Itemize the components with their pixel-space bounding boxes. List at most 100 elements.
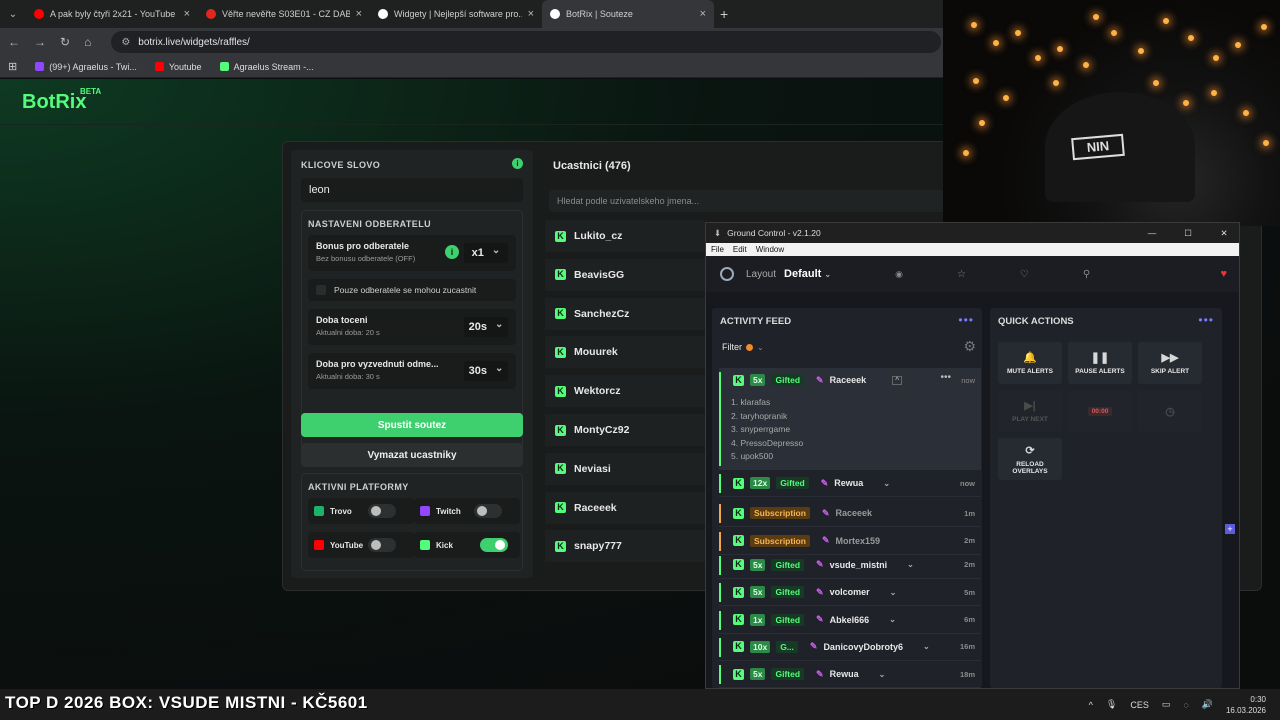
activity-event[interactable]: K 5x Gifted ✎ Rewua ⌄ 18m xyxy=(719,661,981,689)
site-info-icon[interactable]: ⚙ xyxy=(121,37,130,48)
event-user[interactable]: Mortex159 xyxy=(836,536,881,546)
tab-list-icon[interactable]: ⌄ xyxy=(0,9,26,20)
quick-action-button[interactable]: ▶▶ SKIP ALERT xyxy=(1138,342,1202,384)
bookmark[interactable]: Youtube xyxy=(154,62,202,72)
filter-button[interactable]: Filter ⌄ xyxy=(722,342,764,352)
platform-toggle[interactable] xyxy=(368,538,396,552)
tray-chevron-icon[interactable]: ^ xyxy=(1089,700,1093,710)
close-icon[interactable]: ✕ xyxy=(1209,228,1239,239)
quick-action-button[interactable]: ▶| PLAY NEXT xyxy=(998,390,1062,432)
expand-chevron-icon[interactable]: ⌄ xyxy=(923,642,930,651)
keyword-input[interactable]: leon xyxy=(301,178,523,202)
tab-close-icon[interactable]: × xyxy=(700,8,706,20)
expand-chevron-icon[interactable]: ⌄ xyxy=(907,560,914,569)
participant-search-input[interactable]: Hledat podle uzivatelskeho jmena... xyxy=(549,190,949,212)
event-user[interactable]: Rewua xyxy=(830,669,859,679)
pickup-time-select[interactable]: 30s xyxy=(464,361,508,381)
event-user[interactable]: Rewua xyxy=(834,478,863,488)
mic-icon[interactable]: 🎙 xyxy=(1106,699,1117,710)
gc-menu-item[interactable]: Edit xyxy=(733,245,747,254)
browser-tab[interactable]: BotRix | Souteze × xyxy=(542,0,714,28)
browser-tab[interactable]: Věřte nevěřte S03E01 - CZ DABING × xyxy=(198,0,370,28)
new-tab-icon[interactable]: + xyxy=(720,6,728,22)
event-more-icon[interactable]: ••• xyxy=(940,372,951,383)
collapse-icon[interactable]: ^ xyxy=(892,375,903,385)
platform-toggle[interactable] xyxy=(480,538,508,552)
volume-icon[interactable]: 🔊 xyxy=(1202,699,1213,710)
alert-status-icon[interactable]: ♥ xyxy=(1220,268,1227,280)
expand-chevron-icon[interactable]: ⌄ xyxy=(890,588,897,597)
event-user[interactable]: Raceeek xyxy=(836,508,873,518)
apps-icon[interactable]: ⊞ xyxy=(8,60,17,73)
star-icon[interactable]: ☆ xyxy=(957,269,966,280)
participant-item[interactable]: K Lukito_cz xyxy=(545,220,705,252)
participant-item[interactable]: K BeavisGG xyxy=(545,258,705,291)
activity-event[interactable]: K 5x Gifted ✎ vsude_mistni ⌄ 2m xyxy=(719,552,981,579)
tab-close-icon[interactable]: × xyxy=(356,8,362,20)
gc-menu-item[interactable]: File xyxy=(711,245,724,254)
gc-menu-item[interactable]: Window xyxy=(756,245,784,254)
event-user[interactable]: vsude_mistni xyxy=(830,560,888,570)
info-icon[interactable]: i xyxy=(512,158,523,169)
start-raffle-button[interactable]: Spustit soutez xyxy=(301,413,523,437)
forward-icon[interactable]: → xyxy=(34,35,46,49)
maximize-icon[interactable]: ☐ xyxy=(1173,228,1203,239)
participant-item[interactable]: K SanchezCz xyxy=(545,297,705,330)
back-icon[interactable]: ← xyxy=(8,35,20,49)
language-indicator[interactable]: CES xyxy=(1130,700,1149,710)
bookmark[interactable]: Agraelus Stream -... xyxy=(219,62,314,72)
quick-actions-more-icon[interactable]: ••• xyxy=(1198,313,1214,327)
tab-close-icon[interactable]: × xyxy=(184,8,190,20)
url-field[interactable]: ⚙ botrix.live/widgets/raffles/ xyxy=(111,31,942,53)
quick-action-button[interactable]: ◷ xyxy=(1138,390,1202,432)
only-subscribers-row[interactable]: Pouze odberatele se mohou zucastnit xyxy=(308,279,516,301)
activity-event[interactable]: K Subscription ✎ Mortex159 2m xyxy=(719,528,981,555)
quick-action-button[interactable]: ❚❚ PAUSE ALERTS xyxy=(1068,342,1132,384)
only-subscribers-checkbox[interactable] xyxy=(316,285,326,295)
activity-event[interactable]: K 12x Gifted ✎ Rewua ⌄ now xyxy=(719,470,981,497)
minimize-icon[interactable]: — xyxy=(1137,228,1167,238)
event-user[interactable]: Raceeek xyxy=(830,375,867,385)
activity-more-icon[interactable]: ••• xyxy=(958,313,974,327)
eye-icon[interactable]: ◉ xyxy=(895,269,903,280)
activity-event[interactable]: K Subscription ✎ Raceeek 1m xyxy=(719,500,981,528)
expand-chevron-icon[interactable]: ⌄ xyxy=(889,615,896,624)
browser-tab[interactable]: A pak byly čtyři 2x21 - YouTube × xyxy=(26,0,198,28)
participant-item[interactable]: K MontyCz92 xyxy=(545,414,705,446)
tab-close-icon[interactable]: × xyxy=(528,8,534,20)
activity-event[interactable]: K 1x Gifted ✎ Abkel666 ⌄ 6m xyxy=(719,607,981,634)
bonus-info-icon[interactable]: i xyxy=(445,245,459,259)
expand-chevron-icon[interactable]: ⌄ xyxy=(879,670,886,679)
settings-gear-icon[interactable]: ⚙ xyxy=(963,338,976,355)
participant-item[interactable]: K Mouurek xyxy=(545,336,705,369)
platform-toggle[interactable] xyxy=(368,504,396,518)
home-icon[interactable]: ⌂ xyxy=(84,35,91,49)
event-user[interactable]: DanicovyDobroty6 xyxy=(823,642,903,652)
layout-select[interactable]: Default ⌄ xyxy=(784,268,831,280)
participant-item[interactable]: K Raceeek xyxy=(545,491,705,524)
browser-tab[interactable]: Widgety | Nejlepší software pro... × xyxy=(370,0,542,28)
expanded-event[interactable]: K 5x Gifted ✎ Raceeek ^ ••• now 1. klara… xyxy=(719,368,981,470)
spin-time-select[interactable]: 20s xyxy=(464,317,508,337)
monitor-icon[interactable]: ▭ xyxy=(1162,699,1171,710)
heart-icon[interactable]: ♡ xyxy=(1020,269,1029,280)
clock[interactable]: 0:30 16.03.2026 xyxy=(1226,694,1266,716)
add-panel-icon[interactable]: + xyxy=(1225,524,1235,534)
event-user[interactable]: volcomer xyxy=(830,587,870,597)
network-icon[interactable]: ◌ xyxy=(1183,700,1188,710)
participant-item[interactable]: K Wektorcz xyxy=(545,375,705,408)
activity-event[interactable]: K 5x Gifted ✎ volcomer ⌄ 5m xyxy=(719,579,981,607)
bonus-select[interactable]: x1 xyxy=(464,243,508,263)
quick-action-button[interactable]: 00:00 xyxy=(1068,390,1132,432)
participant-item[interactable]: Ksnapy777 xyxy=(545,530,705,563)
reload-icon[interactable]: ↻ xyxy=(60,35,70,49)
botrix-logo[interactable]: BotRix BETA xyxy=(22,87,101,114)
participant-item[interactable]: K Neviasi xyxy=(545,452,705,485)
event-user[interactable]: Abkel666 xyxy=(830,615,870,625)
user-icon[interactable]: ⚲ xyxy=(1083,269,1090,280)
platform-toggle[interactable] xyxy=(474,504,502,518)
bookmark[interactable]: (99+) Agraelus - Twi... xyxy=(35,62,137,72)
activity-event[interactable]: K 10x G... ✎ DanicovyDobroty6 ⌄ 16m xyxy=(719,634,981,661)
expand-chevron-icon[interactable]: ⌄ xyxy=(883,479,890,488)
clear-participants-button[interactable]: Vymazat ucastniky xyxy=(301,443,523,467)
